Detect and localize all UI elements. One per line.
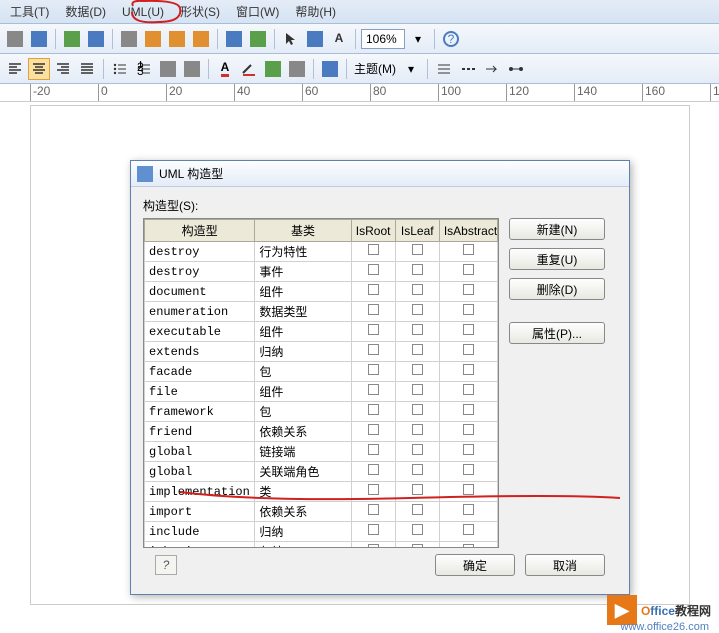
- formatpainter-button[interactable]: [190, 28, 212, 50]
- properties-button[interactable]: 属性(P)...: [509, 322, 605, 344]
- indent-inc-button[interactable]: [181, 58, 203, 80]
- font-color-button[interactable]: A: [214, 58, 236, 80]
- svg-text:3: 3: [137, 64, 144, 77]
- numbering-button[interactable]: 123: [133, 58, 155, 80]
- menu-tools[interactable]: 工具(T): [4, 1, 55, 22]
- table-row[interactable]: implementation ...类: [145, 482, 498, 502]
- table-row[interactable]: import依赖关系: [145, 502, 498, 522]
- table-row[interactable]: destroy事件: [145, 262, 498, 282]
- spellcheck-button[interactable]: [61, 28, 83, 50]
- dialog-icon: [137, 166, 153, 182]
- align-right-button[interactable]: [52, 58, 74, 80]
- dialog-titlebar[interactable]: UML 构造型: [131, 161, 629, 187]
- table-row[interactable]: file组件: [145, 382, 498, 402]
- align-center-button[interactable]: [28, 58, 50, 80]
- paste-button[interactable]: [166, 28, 188, 50]
- menu-help[interactable]: 帮助(H): [289, 1, 342, 22]
- menubar: 工具(T) 数据(D) UML(U) 形状(S) 窗口(W) 帮助(H): [0, 0, 719, 24]
- col-isroot[interactable]: IsRoot: [351, 220, 395, 242]
- preview-button[interactable]: [28, 28, 50, 50]
- align-left-button[interactable]: [4, 58, 26, 80]
- research-button[interactable]: [85, 28, 107, 50]
- list-label: 构造型(S):: [143, 197, 617, 214]
- print-button[interactable]: [4, 28, 26, 50]
- toolbar-main: A 106% ▾ ?: [0, 24, 719, 54]
- table-row[interactable]: extends归纳: [145, 342, 498, 362]
- table-row[interactable]: enumeration数据类型: [145, 302, 498, 322]
- table-row[interactable]: destroy行为特性: [145, 242, 498, 262]
- table-row[interactable]: executable组件: [145, 322, 498, 342]
- table-row[interactable]: document组件: [145, 282, 498, 302]
- pointer-button[interactable]: [280, 28, 302, 50]
- bullets-button[interactable]: [109, 58, 131, 80]
- connector-button[interactable]: [304, 28, 326, 50]
- menu-data[interactable]: 数据(D): [59, 1, 112, 22]
- fill-color-button[interactable]: [262, 58, 284, 80]
- menu-uml[interactable]: UML(U): [116, 3, 170, 21]
- theme-label[interactable]: 主题(M): [352, 60, 398, 77]
- table-row[interactable]: friend依赖关系: [145, 422, 498, 442]
- table-row[interactable]: global链接端: [145, 442, 498, 462]
- line-ends-button[interactable]: [505, 58, 527, 80]
- cut-button[interactable]: [118, 28, 140, 50]
- zoom-dropdown[interactable]: ▾: [407, 28, 429, 50]
- dash-style-button[interactable]: [457, 58, 479, 80]
- help-button[interactable]: ?: [440, 28, 462, 50]
- copy-button[interactable]: [142, 28, 164, 50]
- line-style-button[interactable]: [433, 58, 455, 80]
- help-icon[interactable]: ?: [155, 555, 177, 575]
- redo-button[interactable]: [247, 28, 269, 50]
- ok-button[interactable]: 确定: [435, 554, 515, 576]
- toolbar-format: 123 A 主题(M) ▾: [0, 54, 719, 84]
- uml-stereotype-dialog: UML 构造型 构造型(S): 构造型 基类 IsRoot IsLeaf IsA…: [130, 160, 630, 595]
- delete-button[interactable]: 删除(D): [509, 278, 605, 300]
- watermark-url: www.office26.com: [621, 621, 709, 633]
- table-row[interactable]: facade包: [145, 362, 498, 382]
- menu-shapes[interactable]: 形状(S): [174, 1, 226, 22]
- dialog-title: UML 构造型: [159, 165, 223, 182]
- col-stereotype[interactable]: 构造型: [145, 220, 255, 242]
- table-row[interactable]: include归纳: [145, 522, 498, 542]
- indent-dec-button[interactable]: [157, 58, 179, 80]
- horizontal-ruler: -20020406080100120140160170: [0, 84, 719, 102]
- duplicate-button[interactable]: 重复(U): [509, 248, 605, 270]
- line-color-button[interactable]: [238, 58, 260, 80]
- table-row[interactable]: framework包: [145, 402, 498, 422]
- shadow-button[interactable]: [286, 58, 308, 80]
- cancel-button[interactable]: 取消: [525, 554, 605, 576]
- stereotype-table[interactable]: 构造型 基类 IsRoot IsLeaf IsAbstract destroy行…: [143, 218, 499, 548]
- undo-button[interactable]: [223, 28, 245, 50]
- theme-dropdown[interactable]: ▾: [400, 58, 422, 80]
- col-isleaf[interactable]: IsLeaf: [395, 220, 439, 242]
- align-justify-button[interactable]: [76, 58, 98, 80]
- col-base[interactable]: 基类: [255, 220, 351, 242]
- new-button[interactable]: 新建(N): [509, 218, 605, 240]
- insert-picture-button[interactable]: [319, 58, 341, 80]
- menu-window[interactable]: 窗口(W): [230, 1, 285, 22]
- text-button[interactable]: A: [328, 28, 350, 50]
- table-row[interactable]: global关联端角色: [145, 462, 498, 482]
- table-row[interactable]: inherits归纳: [145, 542, 498, 549]
- arrow-style-button[interactable]: [481, 58, 503, 80]
- col-isabstract[interactable]: IsAbstract: [439, 220, 497, 242]
- zoom-input[interactable]: 106%: [361, 29, 405, 49]
